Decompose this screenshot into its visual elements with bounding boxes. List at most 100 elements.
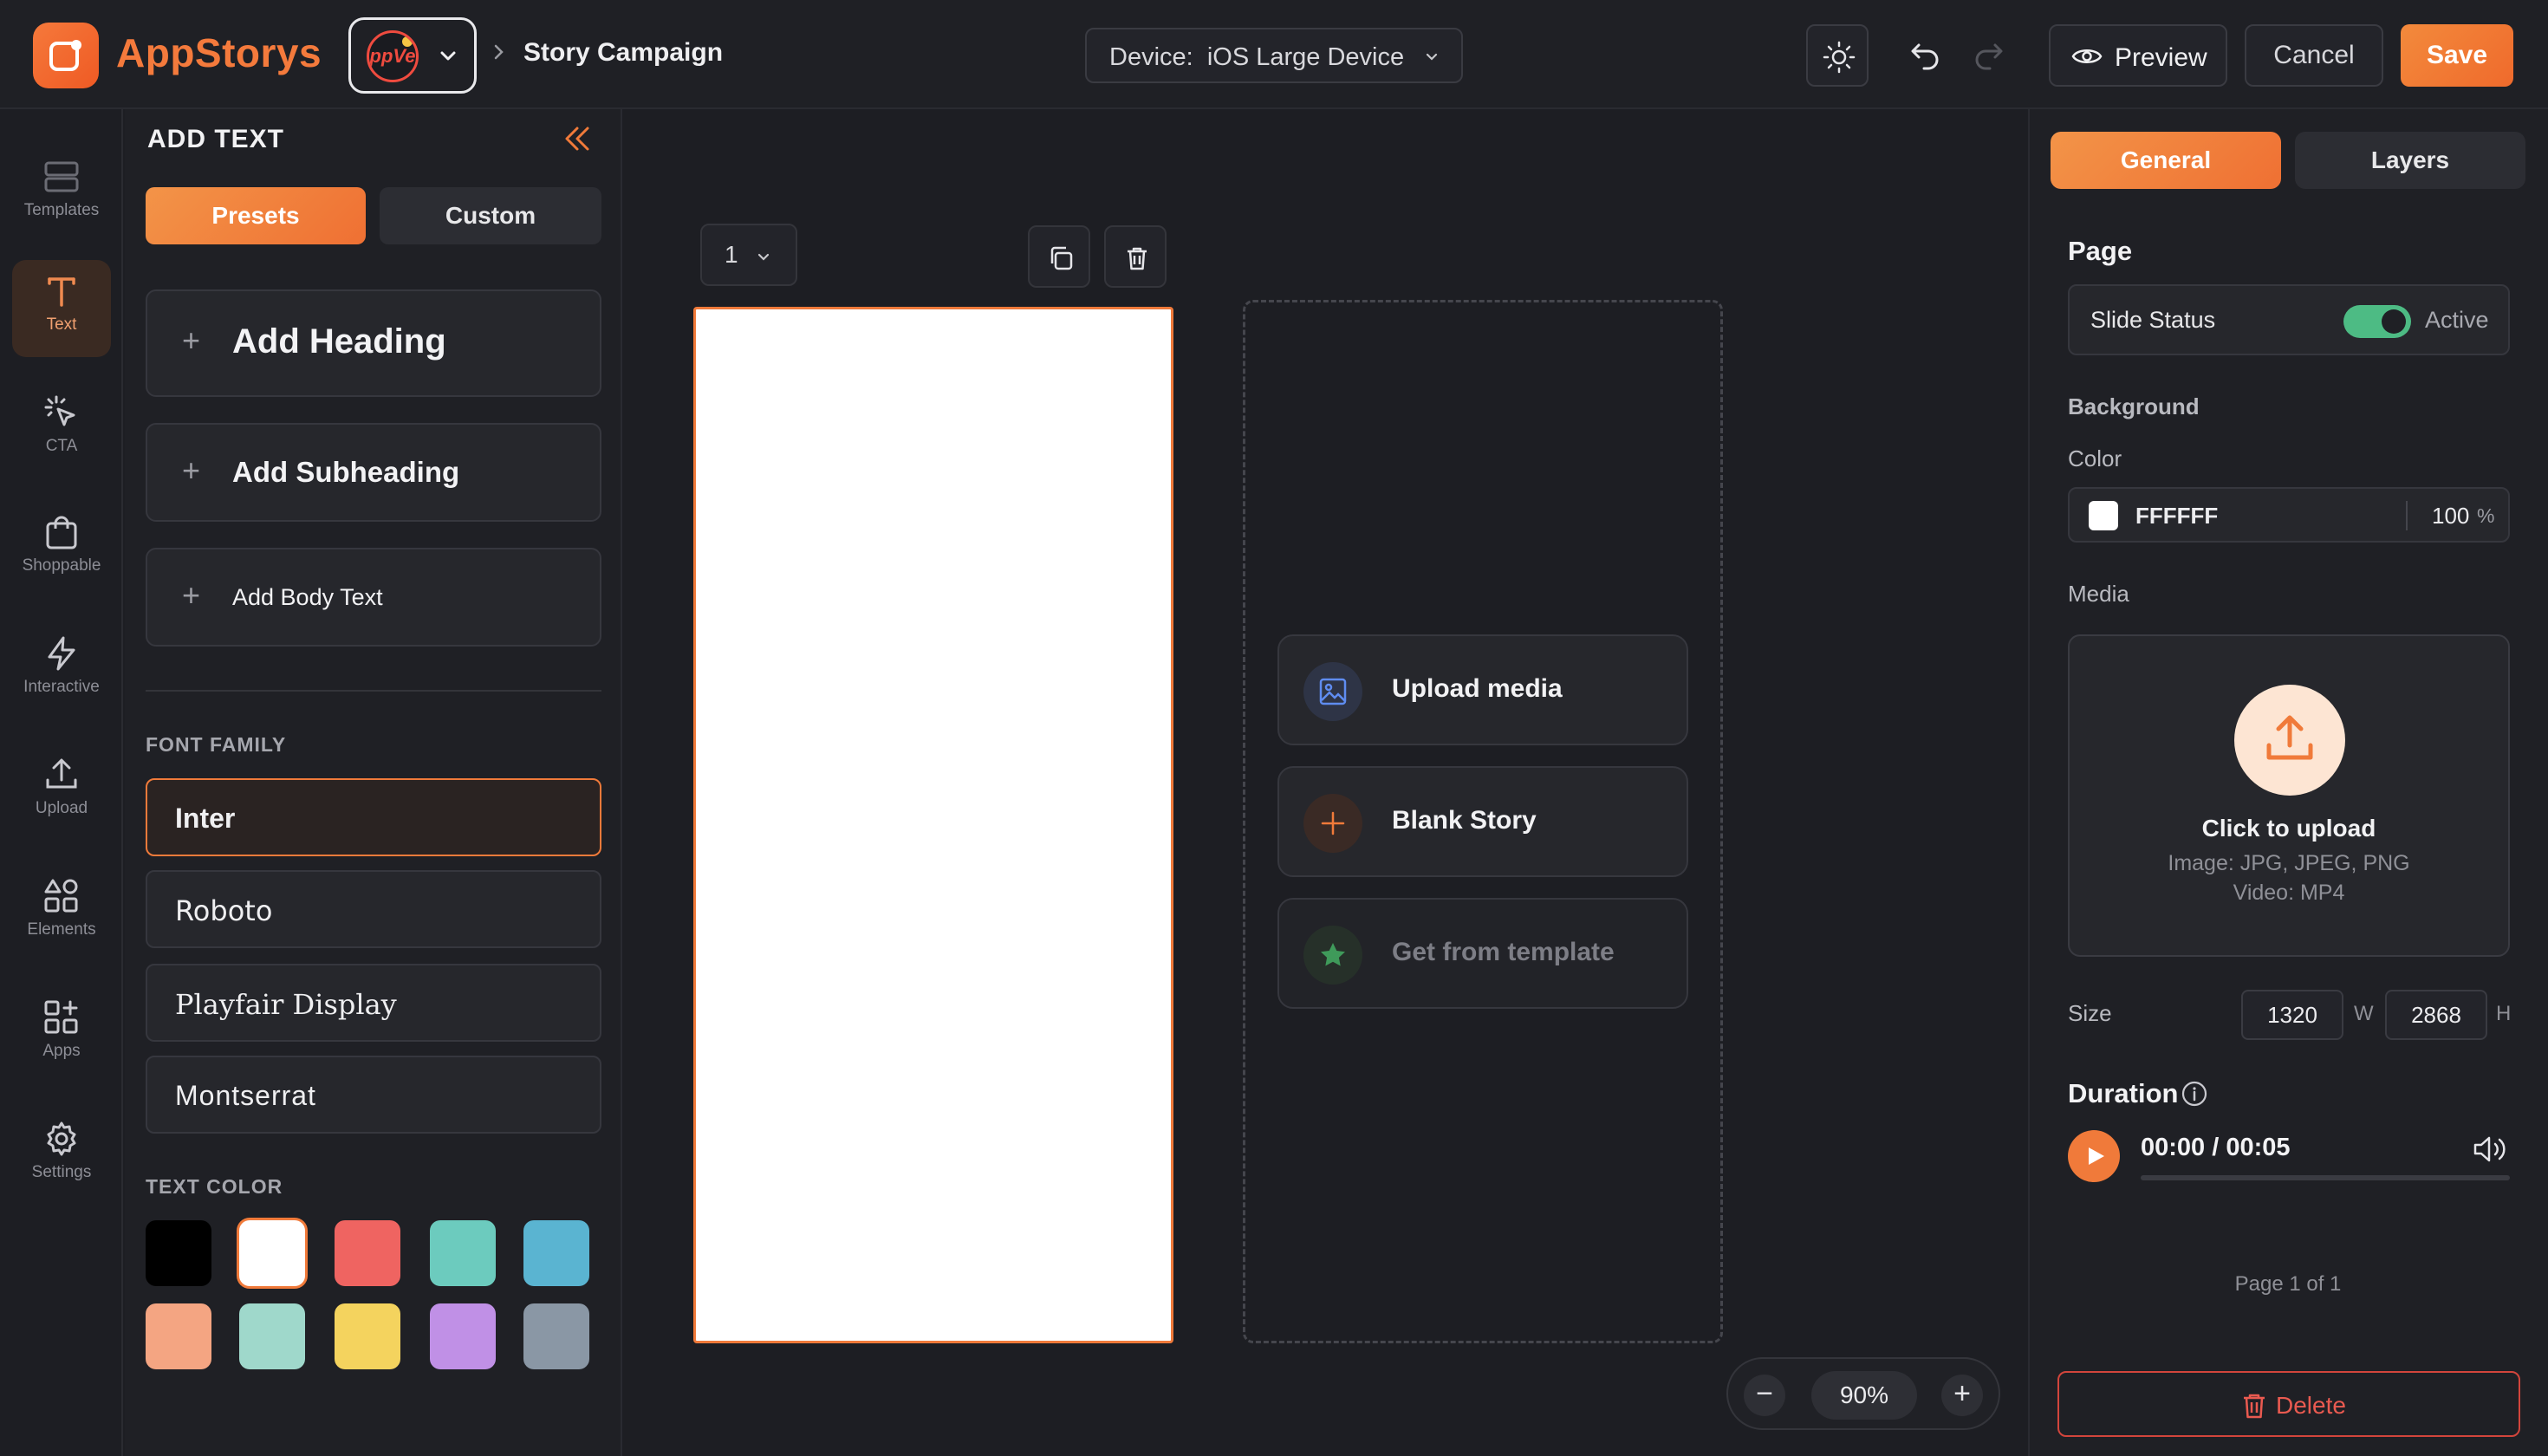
blank-story-button[interactable]: Blank Story	[1277, 766, 1688, 877]
color-label: Color	[2068, 445, 2122, 471]
slide-status-row: Slide Status Active	[2068, 284, 2510, 355]
tab-custom[interactable]: Custom	[380, 187, 601, 244]
redo-icon[interactable]	[1969, 36, 2007, 75]
tool-rail: Templates Text CTA Shoppable Interactive…	[0, 109, 123, 1456]
rail-item-upload[interactable]: Upload	[12, 744, 111, 841]
trash-icon	[1128, 247, 1147, 270]
font-family-label: FONT FAMILY	[146, 733, 287, 756]
get-from-template-button[interactable]: Get from template	[1277, 898, 1688, 1009]
font-option-roboto[interactable]: Roboto	[146, 870, 601, 948]
copy-icon	[1050, 246, 1073, 270]
size-label: Size	[2068, 1000, 2112, 1026]
page-heading: Page	[2068, 236, 2133, 266]
tab-presets[interactable]: Presets	[146, 187, 366, 244]
star-icon	[1321, 943, 1345, 966]
color-swatch-gray[interactable]	[523, 1303, 589, 1369]
delete-slide-button[interactable]	[1104, 225, 1167, 288]
color-swatch-mint[interactable]	[239, 1303, 305, 1369]
app-switcher[interactable]: ppVe	[348, 17, 477, 94]
rail-item-cta[interactable]: CTA	[12, 381, 111, 478]
undo-icon[interactable]	[1907, 36, 1945, 75]
device-selector[interactable]: Device: iOS Large Device	[1085, 28, 1463, 83]
shapes-icon	[44, 879, 78, 913]
delete-button[interactable]: Delete	[2057, 1371, 2520, 1437]
upload-icon	[2266, 715, 2313, 760]
slide-status-toggle[interactable]	[2343, 305, 2411, 338]
color-preview-swatch[interactable]	[2089, 501, 2118, 530]
trash-icon	[2244, 1394, 2265, 1419]
font-option-playfair-display[interactable]: Playfair Display	[146, 964, 601, 1042]
duplicate-slide-button[interactable]	[1028, 225, 1090, 288]
tab-layers[interactable]: Layers	[2295, 132, 2525, 189]
chevron-down-icon	[1426, 53, 1438, 61]
app-name: AppStorys	[116, 30, 322, 75]
color-swatch-purple[interactable]	[430, 1303, 496, 1369]
font-option-inter[interactable]: Inter	[146, 778, 601, 856]
play-icon	[2089, 1147, 2104, 1165]
media-label: Media	[2068, 581, 2129, 607]
tab-general[interactable]: General	[2051, 132, 2281, 189]
color-swatch-peach[interactable]	[146, 1303, 211, 1369]
panel-title: ADD TEXT	[147, 125, 284, 153]
zoom-out-button[interactable]: −	[1744, 1375, 1785, 1416]
color-swatch-blue[interactable]	[523, 1220, 589, 1286]
rail-item-shoppable[interactable]: Shoppable	[12, 501, 111, 598]
zoom-in-button[interactable]: +	[1941, 1375, 1983, 1416]
divider	[146, 690, 601, 692]
rail-item-templates[interactable]: Templates	[12, 146, 111, 243]
gear-icon	[47, 1121, 76, 1156]
color-swatch-teal[interactable]	[430, 1220, 496, 1286]
play-button[interactable]	[2068, 1130, 2120, 1182]
background-label: Background	[2068, 393, 2200, 419]
upload-media-button[interactable]: Upload media	[1277, 634, 1688, 745]
color-swatch-white[interactable]	[239, 1220, 305, 1286]
playback-time: 00:00 / 00:05	[2141, 1134, 2291, 1161]
eye-icon	[2071, 49, 2103, 63]
add-heading-button[interactable]: + Add Heading	[146, 289, 601, 397]
duration-heading: Duration	[2068, 1078, 2179, 1108]
add-body-text-button[interactable]: + Add Body Text	[146, 548, 601, 647]
background-color-input[interactable]: FFFFFF 100 %	[2068, 487, 2510, 543]
opacity-value[interactable]: 100	[2432, 503, 2469, 530]
rail-item-interactive[interactable]: Interactive	[12, 622, 111, 719]
upload-icon	[46, 758, 77, 789]
chevron-right-icon	[494, 44, 504, 60]
color-swatch-red[interactable]	[335, 1220, 400, 1286]
info-icon[interactable]	[2181, 1080, 2208, 1108]
text-icon	[48, 277, 75, 307]
image-icon	[1319, 678, 1347, 705]
theme-toggle-button[interactable]	[1806, 24, 1869, 87]
page-number-select[interactable]: 1	[700, 224, 797, 286]
sun-icon	[1823, 41, 1856, 74]
story-slide-canvas[interactable]	[693, 307, 1173, 1343]
chevron-down-icon	[757, 253, 770, 261]
app-avatar: ppVe	[367, 30, 419, 82]
cancel-button[interactable]: Cancel	[2245, 24, 2383, 87]
media-upload-dropzone[interactable]: Click to upload Image: JPG, JPEG, PNG Vi…	[2068, 634, 2510, 957]
page-title: Story Campaign	[523, 38, 724, 67]
templates-icon	[44, 161, 79, 192]
slide-status-value: Active	[2425, 307, 2489, 333]
width-input[interactable]: 1320	[2241, 990, 2343, 1040]
preview-button[interactable]: Preview	[2049, 24, 2227, 87]
playback-progress[interactable]	[2141, 1175, 2510, 1180]
rail-item-text[interactable]: Text	[12, 260, 111, 357]
add-subheading-button[interactable]: + Add Subheading	[146, 423, 601, 522]
color-swatch-black[interactable]	[146, 1220, 211, 1286]
plus-icon: +	[182, 577, 201, 613]
color-swatch-yellow[interactable]	[335, 1303, 400, 1369]
rail-item-apps[interactable]: Apps	[12, 986, 111, 1083]
shopping-bag-icon	[46, 516, 77, 549]
lightning-icon	[48, 636, 75, 671]
height-input[interactable]: 2868	[2385, 990, 2487, 1040]
zoom-control: − 90% +	[1726, 1357, 2000, 1430]
font-option-montserrat[interactable]: Montserrat	[146, 1056, 601, 1134]
collapse-panel-icon[interactable]	[560, 121, 595, 156]
plus-icon: +	[182, 452, 201, 488]
rail-item-elements[interactable]: Elements	[12, 865, 111, 962]
cursor-click-icon	[44, 395, 75, 426]
rail-item-settings[interactable]: Settings	[12, 1108, 111, 1205]
volume-icon[interactable]	[2472, 1134, 2510, 1165]
save-button[interactable]: Save	[2401, 24, 2513, 87]
chevron-down-icon	[440, 51, 456, 61]
